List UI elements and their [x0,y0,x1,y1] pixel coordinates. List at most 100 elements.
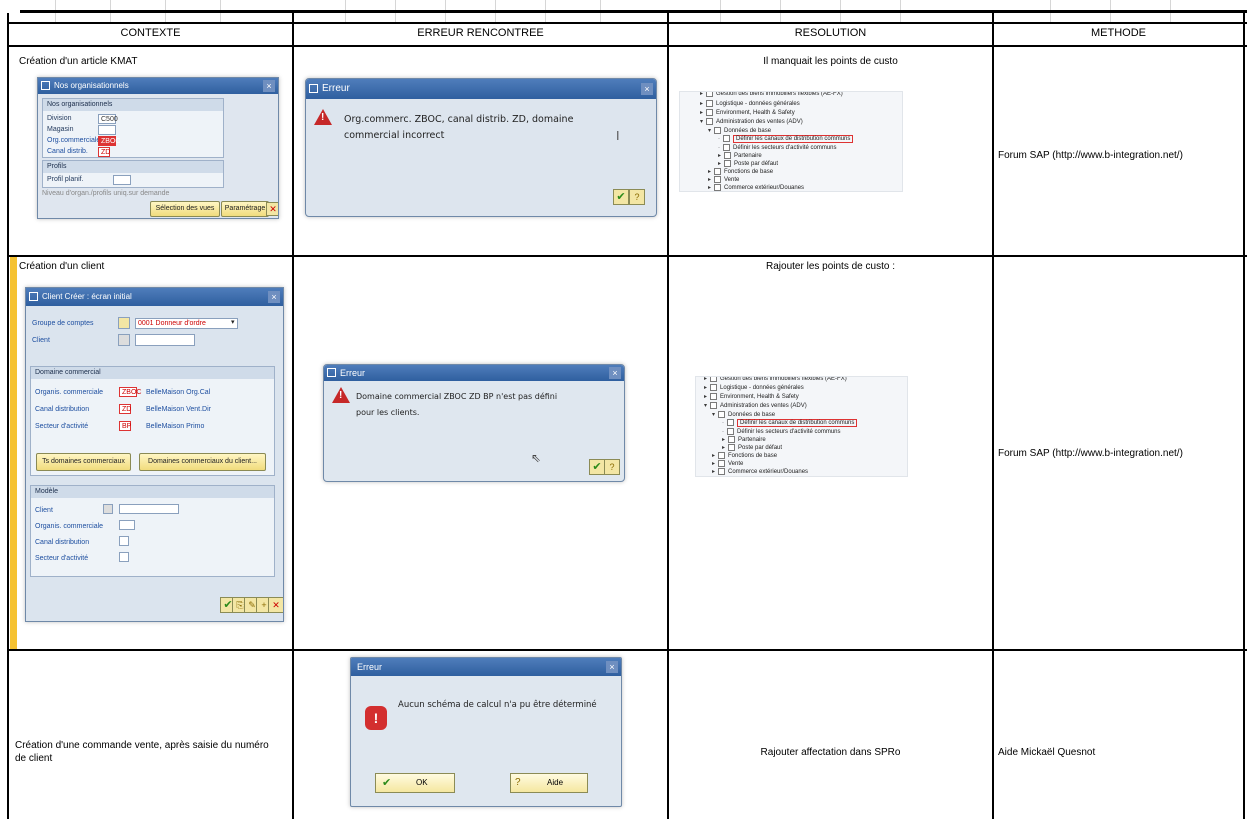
ts-domaines-button[interactable]: Ts domaines commerciaux [36,453,131,471]
ok-button[interactable]: ✔ OK [375,773,455,793]
table-border-right [1243,13,1245,819]
tree-node[interactable]: ▸ Vente [712,460,743,467]
field-division[interactable]: C500 [98,114,118,124]
tree-node[interactable]: ▸ Logistique - données générales [700,100,800,107]
field-secteur-activite[interactable]: BP [119,421,131,431]
tree-node[interactable]: ▸ Poste par défaut [722,444,782,451]
tree-node[interactable]: ▾ Administration des ventes (ADV) [700,118,803,125]
field-canal-distribution[interactable]: ZD [119,404,131,414]
confirm-button[interactable]: ✔ [613,189,629,205]
label-org-commerciale: Organis. commerciale [35,389,104,396]
aide-label: Aide [547,778,564,787]
field-client[interactable] [135,334,195,346]
error-message-line1: Domaine commercial ZBOC ZD BP n'est pas … [356,392,558,401]
field-modele-canal[interactable] [119,536,129,546]
window-title: Erreur [357,662,383,672]
tree-node[interactable]: ▾ Administration des ventes (ADV) [704,402,807,409]
customizing-tree-2: ▸ Gestion des biens immobiliers flexibles… [695,376,908,477]
help-icon: ? [515,777,521,788]
name-secteur-activite: BelleMaison Primo [146,423,205,430]
tree-node[interactable]: ▸ Logistique - données générales [704,384,804,391]
field-groupe-comptes[interactable]: 0001 Donneur d'ordre [135,318,238,329]
header-methode: METHODE [1091,27,1146,39]
window-icon [327,368,336,377]
tree-node[interactable]: ▸ Environment, Health & Safety [700,109,795,116]
parametrage-button[interactable]: Paramétrage [221,201,269,217]
field-modele-secteur[interactable] [119,552,129,562]
error-message-line2: pour les clients. [356,408,420,417]
field-magasin[interactable] [98,125,116,135]
window-icon [41,81,50,90]
confirm-button[interactable]: ✔ [589,459,605,475]
field-modele-client[interactable] [119,504,179,514]
search-help-icon[interactable] [118,317,130,329]
group-modele: Modèle Client Organis. commerciale Canal… [30,485,275,577]
selection-vues-button[interactable]: Sélection des vues [150,201,220,217]
group-header: Profils [43,161,223,173]
aide-button[interactable]: ? Aide [510,773,588,793]
close-icon[interactable]: × [606,661,618,673]
tree-node[interactable]: ▸ Fonctions de base [712,452,777,459]
row1-contexte: Création d'un article KMAT [19,56,138,67]
sap-error-dialog-3: Erreur × ! Aucun schéma de calcul n'a pu… [350,657,622,807]
tree-node[interactable]: ▸ Poste par défaut [718,160,778,167]
checkbox-niveau[interactable]: Niveau d'organ./profils uniq.sur demande [42,190,169,197]
field-modele-org[interactable] [119,520,135,530]
field-profil[interactable] [113,175,131,185]
row2-methode: Forum SAP (http://www.b-integration.net/… [998,448,1183,459]
help-button[interactable]: ? [604,459,620,475]
label-magasin: Magasin [47,126,74,133]
tree-node[interactable]: ▸ Environment, Health & Safety [704,393,799,400]
tree-node[interactable]: ▸ Partenaire [718,152,762,159]
tree-node[interactable]: ▾ Données de base [712,411,775,418]
tree-node[interactable]: ▾ Données de base [708,127,771,134]
error-message: Domaine commercial ZBOC ZD BP n'est pas … [356,389,557,421]
tree-node[interactable]: ▸ Gestion des biens immobiliers flexibles… [704,377,847,382]
chevron-down-icon[interactable]: ▾ [231,318,235,326]
window-titlebar: Client Créer : écran initial × [26,288,283,306]
domaines-client-button[interactable]: Domaines commerciaux du client... [139,453,266,471]
label-org-commerciale: Org.commerciale [47,137,101,144]
window-icon [29,292,38,301]
customizing-tree-1: ▸ Gestion des biens immobiliers flexibles… [679,91,903,192]
close-icon[interactable]: × [641,83,653,95]
sap-error-dialog-2: Erreur × ! Domaine commercial ZBOC ZD BP… [323,364,625,482]
tree-node[interactable]: ▸ Commerce extérieur/Douanes [708,184,804,191]
close-icon[interactable]: × [609,367,621,379]
matchcode-icon[interactable] [103,504,113,514]
tree-node[interactable]: · Définir les secteurs d'activité communs [718,144,837,151]
row3-resolution: Rajouter affectation dans SPRo [760,747,901,758]
tree-node[interactable]: ▸ Commerce extérieur/Douanes [712,468,808,475]
label-modele-org: Organis. commerciale [35,523,104,530]
tree-node[interactable]: · Définir les canaux de distribution comm… [718,135,854,144]
tree-node[interactable]: ▸ Fonctions de base [708,168,773,175]
label-modele-secteur: Secteur d'activité [35,555,89,562]
tree-node[interactable]: ▸ Partenaire [722,436,766,443]
group-org-levels: Nos organisationnels Division C500 Magas… [42,98,224,158]
cancel-button[interactable]: ✕ [268,597,283,613]
row2-resolution: Rajouter les points de custo : [766,261,895,272]
error-message-line2: commercial incorrect [344,130,445,141]
cancel-icon[interactable]: ✕ [266,202,278,216]
tree-node[interactable]: ▸ Vente [708,176,739,183]
label-modele-client: Client [35,507,53,514]
table-border [992,13,994,819]
close-icon[interactable]: × [263,80,275,92]
error-icon: ! [365,706,387,730]
help-button[interactable]: ? [629,189,645,205]
window-title: Erreur [340,368,366,378]
tree-node[interactable]: ▸ Gestion des biens immobiliers flexibles… [700,92,843,97]
row-highlight [10,257,17,649]
matchcode-icon[interactable] [118,334,130,346]
table-border-left [7,13,9,819]
field-org-commerciale[interactable]: ZBOC [119,387,141,397]
tree-node[interactable]: · Définir les secteurs d'activité communs [722,428,841,435]
tree-node[interactable]: · Définir les canaux de distribution comm… [722,419,858,428]
name-canal-distribution: BelleMaison Vent.Dir [146,406,211,413]
name-org-commerciale: BelleMaison Org.Cal [146,389,211,396]
row1-methode: Forum SAP (http://www.b-integration.net/… [998,150,1183,161]
field-org-commerciale[interactable]: ZBOC [98,136,120,146]
label-client: Client [32,337,50,344]
close-icon[interactable]: × [268,291,280,303]
field-canal-distrib[interactable]: ZD [98,147,110,157]
